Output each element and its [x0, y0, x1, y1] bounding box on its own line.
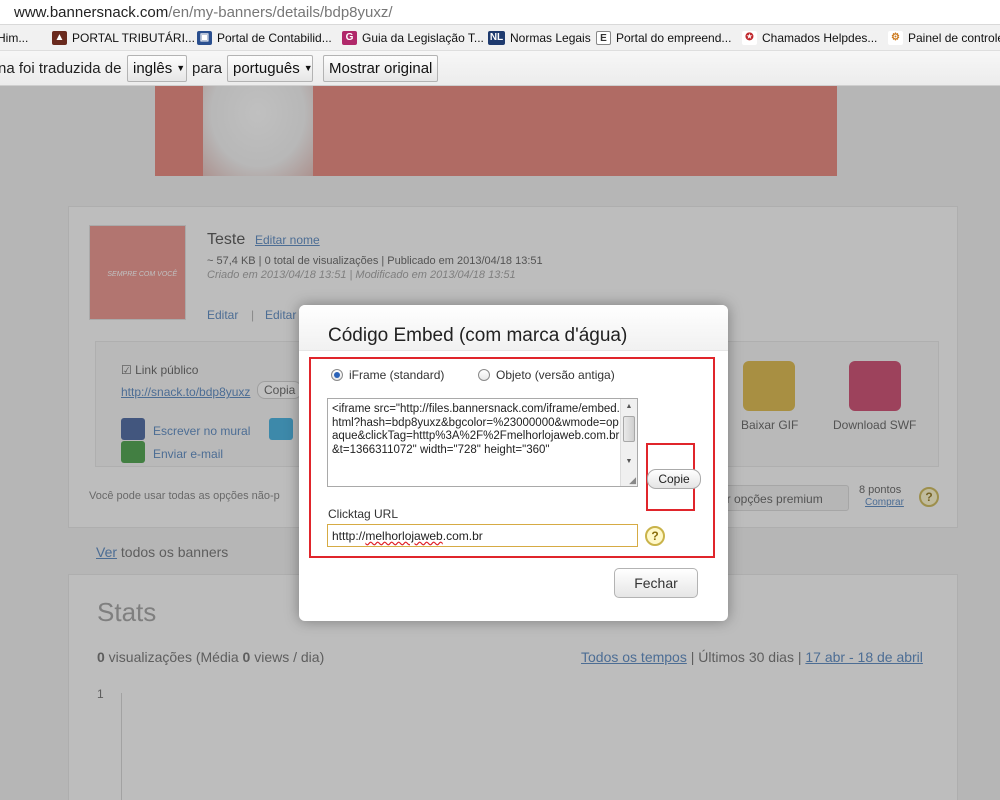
bookmark-label: Him... — [0, 31, 29, 45]
bookmark-item[interactable]: E Portal do empreend... — [596, 29, 731, 47]
bookmark-label: Portal do empreend... — [616, 31, 732, 45]
translate-bar: na foi traduzida de inglês ▼ para portugu… — [0, 51, 1000, 86]
bookmark-label: PORTAL TRIBUTÁRI... — [72, 31, 195, 45]
clicktag-value-end: .com.br — [442, 529, 483, 543]
normas-legais-icon: NL — [488, 31, 505, 45]
embed-code-dialog: Código Embed (com marca d'água) iFrame (… — [299, 305, 728, 621]
bookmark-item[interactable]: G Guia da Legislação T... — [342, 29, 484, 47]
clicktag-value-start: htttp:// — [332, 529, 366, 543]
show-original-button[interactable]: Mostrar original — [323, 55, 438, 82]
url-text[interactable]: www.bannersnack.com/en/my-banners/detail… — [14, 4, 393, 21]
object-radio-label[interactable]: Objeto (versão antiga) — [496, 368, 615, 382]
translate-prefix: na foi traduzida de — [0, 60, 122, 77]
bookmark-label: Painel de controle — [908, 31, 1000, 45]
object-radio[interactable] — [478, 369, 490, 381]
translate-connector: para — [192, 60, 223, 77]
scroll-down-icon[interactable]: ▼ — [621, 454, 637, 469]
bookmark-item[interactable]: NL Normas Legais — [488, 29, 591, 47]
embed-code-textarea[interactable]: <iframe src="http://files.bannersnack.co… — [327, 398, 638, 487]
portal-tributario-icon: ▲ — [52, 31, 67, 45]
target-language-label: português — [233, 60, 300, 77]
guia-legislacao-icon: G — [342, 31, 357, 45]
bookmark-item[interactable]: ▣ Portal de Contabilid... — [197, 29, 332, 47]
source-language-label: inglês — [133, 60, 173, 77]
clicktag-label: Clicktag URL — [328, 507, 399, 521]
iframe-radio[interactable] — [331, 369, 343, 381]
chevron-down-icon: ▼ — [176, 63, 186, 73]
bookmark-item[interactable]: ⚙ Painel de controle — [888, 29, 1000, 47]
chevron-down-icon: ▼ — [303, 63, 313, 73]
bookmark-label: Portal de Contabilid... — [217, 31, 332, 45]
painel-controle-icon: ⚙ — [888, 31, 903, 45]
bookmarks-bar: Him... ▲ PORTAL TRIBUTÁRI... ▣ Portal de C… — [0, 25, 1000, 51]
clicktag-value-misspelled: melhorlojaweb — [365, 529, 443, 543]
embed-code-text[interactable]: <iframe src="http://files.bannersnack.co… — [332, 403, 620, 457]
iframe-radio-label[interactable]: iFrame (standard) — [349, 368, 444, 382]
portal-empreendedor-icon: E — [596, 31, 611, 45]
portal-contabilidade-icon: ▣ — [197, 31, 212, 45]
address-bar[interactable]: www.bannersnack.com/en/my-banners/detail… — [0, 0, 1000, 25]
bookmark-label: Guia da Legislação T... — [362, 31, 484, 45]
scrollbar-thumb[interactable] — [623, 416, 635, 442]
dialog-title: Código Embed (com marca d'água) — [328, 325, 628, 346]
source-language-select[interactable]: inglês ▼ — [127, 55, 187, 82]
bookmark-item[interactable]: ▲ PORTAL TRIBUTÁRI... — [52, 29, 195, 47]
bookmark-label: Normas Legais — [510, 31, 591, 45]
bookmark-item[interactable]: ✪ Chamados Helpdes... — [742, 29, 877, 47]
dialog-header: Código Embed (com marca d'água) — [299, 305, 728, 351]
bookmark-item[interactable]: Him... — [0, 29, 28, 47]
clicktag-url-input[interactable]: htttp://melhorlojaweb.com.br — [327, 524, 638, 547]
copy-button[interactable]: Copie — [647, 469, 701, 489]
target-language-select[interactable]: português ▼ — [227, 55, 313, 82]
resize-grip-icon[interactable]: ◢ — [629, 476, 636, 485]
clicktag-help-icon[interactable]: ? — [645, 526, 665, 546]
textarea-scrollbar[interactable]: ▲ ▼ — [620, 399, 637, 486]
bookmark-label: Chamados Helpdes... — [762, 31, 878, 45]
scroll-up-icon[interactable]: ▲ — [621, 399, 637, 414]
helpdesk-icon: ✪ — [742, 31, 757, 45]
close-button[interactable]: Fechar — [614, 568, 698, 598]
